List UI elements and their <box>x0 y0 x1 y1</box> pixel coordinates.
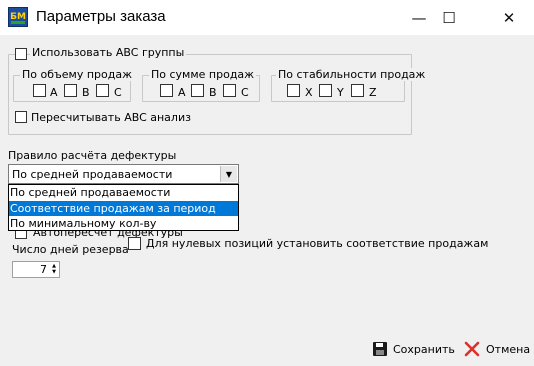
dropdown-option[interactable]: По средней продаваемости <box>9 185 238 200</box>
chevron-down-icon[interactable]: ▼ <box>220 166 237 182</box>
stability-group-title: По стабильности продаж <box>276 68 428 81</box>
defect-rule-select[interactable]: По средней продаваемости ▼ <box>8 164 239 184</box>
stability-y-checkbox[interactable] <box>319 84 332 97</box>
sum-b-checkbox[interactable] <box>191 84 204 97</box>
reserve-days-label: Число дней резерва <box>12 243 129 256</box>
stability-x-label: X <box>305 86 313 99</box>
defect-rule-label: Правило расчёта дефектуры <box>8 149 177 162</box>
volume-group-title: По объему продаж <box>20 68 135 81</box>
sum-a-label: A <box>178 86 186 99</box>
sum-b-label: B <box>209 86 217 99</box>
app-logo-icon: БМ <box>8 7 28 27</box>
reserve-days-spinner[interactable]: 7 ▲ ▼ <box>12 261 60 278</box>
stability-z-label: Z <box>369 86 377 99</box>
use-abc-groups-checkbox[interactable] <box>15 48 27 60</box>
recalc-abc-checkbox[interactable] <box>15 111 27 123</box>
cancel-icon <box>464 341 480 357</box>
window-title: Параметры заказа <box>36 8 166 25</box>
sum-c-label: C <box>241 86 249 99</box>
volume-a-label: A <box>50 86 58 99</box>
stability-x-checkbox[interactable] <box>287 84 300 97</box>
sum-c-checkbox[interactable] <box>223 84 236 97</box>
use-abc-groups-label: Использовать ABC группы <box>30 46 187 59</box>
stability-y-label: Y <box>337 86 344 99</box>
volume-c-checkbox[interactable] <box>96 84 109 97</box>
spinner-arrows-icon[interactable]: ▲ ▼ <box>50 263 58 276</box>
reserve-days-value: 7 <box>40 263 47 276</box>
cancel-button-label: Отмена <box>486 342 531 356</box>
volume-b-label: B <box>82 86 90 99</box>
zero-positions-label: Для нулевых позиций установить соответст… <box>146 237 489 250</box>
save-button-label: Сохранить <box>393 342 455 356</box>
recalc-abc-label: Пересчитывать ABC анализ <box>31 111 191 124</box>
dropdown-option-selected[interactable]: Соответствие продажам за период <box>9 201 238 216</box>
close-button[interactable]: ✕ <box>486 0 532 35</box>
zero-positions-checkbox[interactable] <box>128 237 141 250</box>
save-button[interactable]: Сохранить <box>373 339 455 359</box>
cancel-button[interactable]: Отмена <box>464 339 530 359</box>
defect-rule-dropdown: По средней продаваемости Соответствие пр… <box>8 184 239 231</box>
maximize-button[interactable]: ☐ <box>426 0 472 35</box>
sum-group-title: По сумме продаж <box>149 68 257 81</box>
dropdown-option[interactable]: По минимальному кол-ву <box>9 216 238 231</box>
defect-rule-value: По средней продаваемости <box>12 168 173 181</box>
volume-c-label: C <box>114 86 122 99</box>
title-bar: БМ Параметры заказа — ☐ ✕ <box>0 0 534 35</box>
stability-z-checkbox[interactable] <box>351 84 364 97</box>
volume-a-checkbox[interactable] <box>33 84 46 97</box>
volume-b-checkbox[interactable] <box>64 84 77 97</box>
sum-a-checkbox[interactable] <box>160 84 173 97</box>
save-icon <box>373 342 387 356</box>
